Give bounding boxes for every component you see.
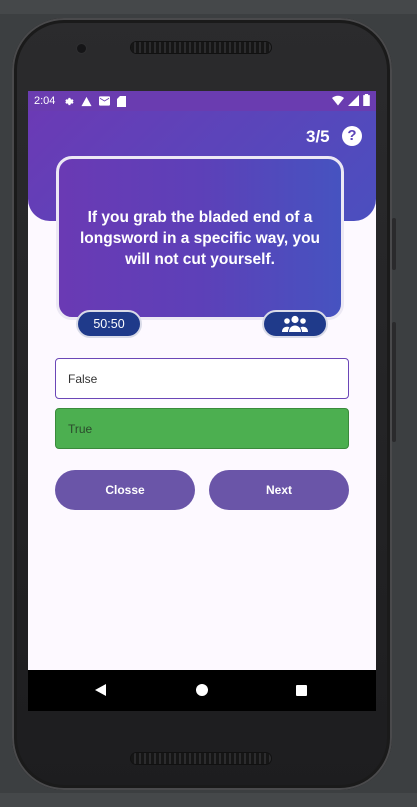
wifi-icon [332,95,344,105]
home-icon[interactable] [196,684,208,696]
question-progress: 3/5 [306,127,330,146]
answer-label: False [68,371,98,386]
status-time: 2:04 [34,95,56,107]
answer-option-false[interactable]: False [55,358,349,399]
gear-icon [65,97,74,105]
front-camera-icon [77,44,86,53]
warning-icon [81,96,92,106]
status-notification-icons [63,95,127,107]
signal-icon [348,94,359,106]
android-nav-bar [28,670,376,711]
close-button[interactable]: Closse [55,470,195,510]
status-system-icons [332,94,370,106]
answer-label: True [68,421,93,436]
answer-option-true[interactable]: True [55,408,349,449]
audience-icon [282,315,308,332]
earpiece-speaker [131,42,271,53]
window-top-band [0,0,417,14]
status-bar: 2:04 [28,91,376,111]
next-button[interactable]: Next [209,470,349,510]
recent-apps-icon[interactable] [296,685,307,696]
sd-card-icon [117,95,127,107]
ask-audience-button[interactable] [262,310,328,338]
device-screen: 2:04 3/5 ? If you grab the bladed end of… [28,91,376,711]
window-bottom-band [0,793,417,807]
question-card: If you grab the bladed end of a longswor… [56,156,344,320]
phone-volume-button [392,322,396,442]
fifty-fifty-label: 50:50 [93,317,125,331]
battery-icon [363,94,370,106]
bottom-speaker [131,753,271,764]
help-icon[interactable]: ? [342,126,362,146]
question-text: If you grab the bladed end of a longswor… [79,208,320,268]
back-icon[interactable] [95,684,106,696]
fifty-fifty-button[interactable]: 50:50 [76,310,142,338]
phone-power-button [392,218,396,270]
mail-icon [99,96,111,106]
